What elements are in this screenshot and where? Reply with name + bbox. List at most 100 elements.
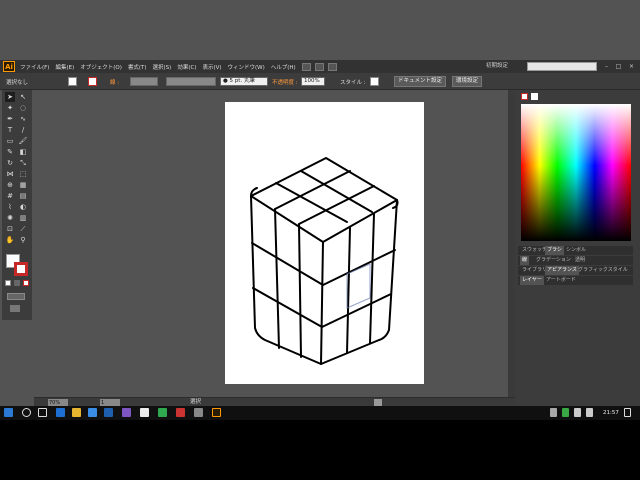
panel-stroke-swatch[interactable]: [521, 93, 528, 100]
graph-tool-icon[interactable]: ▥: [18, 213, 28, 223]
blend-tool-icon[interactable]: ◐: [18, 202, 28, 212]
gradient-tool-icon[interactable]: ▤: [18, 191, 28, 201]
artboard-tool-icon[interactable]: ⊡: [5, 224, 15, 234]
zoom-tool-icon[interactable]: ⚲: [18, 235, 28, 245]
close-icon[interactable]: ×: [628, 63, 635, 70]
app-icon-2[interactable]: [140, 408, 149, 417]
stroke-weight-field[interactable]: [130, 77, 158, 86]
explorer-icon[interactable]: [72, 408, 81, 417]
artboard-navigation[interactable]: 1: [100, 399, 120, 406]
volume-icon[interactable]: [586, 408, 593, 417]
app-icon-4[interactable]: [176, 408, 185, 417]
color-spectrum[interactable]: [521, 104, 631, 241]
tab-symbols[interactable]: シンボル: [564, 246, 588, 255]
app-icon-3[interactable]: [158, 408, 167, 417]
none-mode-icon[interactable]: [23, 280, 29, 286]
direct-selection-tool-icon[interactable]: ↖: [18, 92, 28, 102]
artboard[interactable]: [225, 102, 424, 384]
menu-help[interactable]: ヘルプ(H): [271, 63, 296, 71]
free-transform-icon[interactable]: ⬚: [18, 169, 28, 179]
selection-tool-icon[interactable]: ➤: [5, 92, 15, 102]
tab-appearance[interactable]: アピアランス: [545, 266, 579, 275]
panel-fill-swatch[interactable]: [531, 93, 538, 100]
draw-mode-icon[interactable]: [7, 293, 25, 300]
menu-effect[interactable]: 効果(C): [177, 63, 196, 71]
app-icon-1[interactable]: [122, 408, 131, 417]
tray-app-icon[interactable]: [562, 408, 569, 417]
opacity-label[interactable]: 不透明度 :: [272, 78, 298, 86]
stock-icon[interactable]: [314, 62, 324, 71]
width-tool-icon[interactable]: ⋈: [5, 169, 15, 179]
screen-mode-icon[interactable]: [10, 305, 20, 312]
pen-tool-icon[interactable]: ✒: [5, 114, 15, 124]
tab-layers[interactable]: レイヤー: [520, 276, 544, 285]
notifications-icon[interactable]: [624, 408, 631, 417]
tab-brushes[interactable]: ブラシ: [545, 246, 564, 255]
maximize-icon[interactable]: □: [615, 63, 622, 70]
tab-transparency[interactable]: 透明: [573, 256, 587, 265]
horizontal-scroll-thumb[interactable]: [374, 399, 382, 406]
clock[interactable]: 21:57: [603, 406, 619, 420]
fill-stroke-widget[interactable]: [6, 254, 28, 276]
lasso-tool-icon[interactable]: ◌: [18, 103, 28, 113]
menu-file[interactable]: ファイル(F): [20, 63, 49, 71]
tab-stroke[interactable]: 線: [520, 256, 530, 265]
eyedropper-icon[interactable]: ⌇: [5, 202, 15, 212]
illustrator-taskbar-icon[interactable]: [212, 408, 221, 417]
arrange-icon[interactable]: [327, 62, 337, 71]
shaper-tool-icon[interactable]: ✎: [5, 147, 15, 157]
perspective-grid-icon[interactable]: ▦: [18, 180, 28, 190]
menu-type[interactable]: 書式(T): [128, 63, 147, 71]
tab-gradient[interactable]: グラデーション: [534, 256, 573, 265]
paintbrush-tool-icon[interactable]: 🖌: [18, 136, 28, 146]
tray-up-icon[interactable]: [550, 408, 557, 417]
mail-icon[interactable]: [104, 408, 113, 417]
document-setup-button[interactable]: ドキュメント設定: [394, 76, 447, 87]
network-icon[interactable]: [574, 408, 581, 417]
preferences-button[interactable]: 環境設定: [452, 76, 483, 87]
workspace-switcher[interactable]: 初期設定: [486, 60, 508, 73]
cortana-icon[interactable]: [22, 408, 31, 417]
start-icon[interactable]: [4, 408, 13, 417]
menu-view[interactable]: 表示(V): [202, 63, 221, 71]
shape-builder-icon[interactable]: ⊕: [5, 180, 15, 190]
curvature-tool-icon[interactable]: ∿: [18, 114, 28, 124]
stroke-color-box[interactable]: [14, 262, 28, 276]
color-mode-icon[interactable]: [5, 280, 11, 286]
bridge-icon[interactable]: [301, 62, 311, 71]
search-input[interactable]: [527, 62, 597, 71]
gradient-mode-icon[interactable]: [14, 280, 20, 286]
stroke-label[interactable]: 線 :: [110, 78, 119, 86]
tab-artboards[interactable]: アートボード: [544, 276, 578, 285]
menu-object[interactable]: オブジェクト(O): [80, 63, 122, 71]
symbol-sprayer-icon[interactable]: ✺: [5, 213, 15, 223]
zoom-field[interactable]: 70%: [48, 399, 68, 406]
task-view-icon[interactable]: [38, 408, 47, 417]
scale-tool-icon[interactable]: ⤡: [18, 158, 28, 168]
minimize-icon[interactable]: –: [603, 63, 610, 70]
eraser-tool-icon[interactable]: ◧: [18, 147, 28, 157]
stroke-swatch[interactable]: [88, 77, 97, 86]
fill-swatch[interactable]: [68, 77, 77, 86]
opacity-field[interactable]: 100%: [301, 77, 325, 86]
canvas[interactable]: [34, 90, 508, 397]
rotate-tool-icon[interactable]: ↻: [5, 158, 15, 168]
app-icon-5[interactable]: [194, 408, 203, 417]
tab-graphic-styles[interactable]: グラフィックスタイル: [576, 266, 630, 275]
variable-width-field[interactable]: [166, 77, 216, 86]
cube-artwork[interactable]: [225, 102, 424, 384]
type-tool-icon[interactable]: T: [5, 125, 15, 135]
magic-wand-icon[interactable]: ✦: [5, 103, 15, 113]
mesh-tool-icon[interactable]: #: [5, 191, 15, 201]
vertical-scrollbar[interactable]: [508, 90, 515, 397]
store-icon[interactable]: [88, 408, 97, 417]
menu-edit[interactable]: 編集(E): [55, 63, 74, 71]
hand-tool-icon[interactable]: ✋: [5, 235, 15, 245]
line-tool-icon[interactable]: /: [18, 125, 28, 135]
brush-definition-field[interactable]: ● 5 pt. 丸筆: [220, 77, 268, 86]
edge-icon[interactable]: [56, 408, 65, 417]
style-swatch[interactable]: [370, 77, 379, 86]
menu-select[interactable]: 選択(S): [153, 63, 172, 71]
slice-tool-icon[interactable]: ⟋: [18, 224, 28, 234]
rectangle-tool-icon[interactable]: ▭: [5, 136, 15, 146]
